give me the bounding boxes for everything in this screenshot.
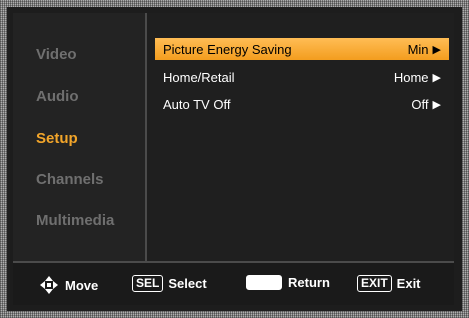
settings-panel: Picture Energy Saving Min ▶ Home/Retail … xyxy=(147,13,454,261)
hint-select: SEL Select xyxy=(132,275,207,292)
right-arrow-icon: ▶ xyxy=(432,71,441,84)
exit-key: EXIT xyxy=(357,275,392,292)
setting-value: Home ▶ xyxy=(394,70,441,85)
sidebar-item-audio[interactable]: Audio xyxy=(36,88,79,105)
hint-exit: EXIT Exit xyxy=(357,275,421,292)
sidebar-item-setup[interactable]: Setup xyxy=(36,130,78,147)
setting-row-home-retail[interactable]: Home/Retail Home ▶ xyxy=(155,66,449,88)
right-arrow-icon: ▶ xyxy=(432,43,441,56)
sidebar-menu: Video Audio Setup Channels Multimedia xyxy=(13,13,147,261)
setting-value: Off ▶ xyxy=(411,97,441,112)
sidebar-item-video[interactable]: Video xyxy=(36,46,77,63)
sidebar-item-multimedia[interactable]: Multimedia xyxy=(36,212,114,229)
hint-select-label: Select xyxy=(168,276,207,291)
sidebar-item-channels[interactable]: Channels xyxy=(36,171,104,188)
four-way-arrow-icon xyxy=(40,276,58,294)
setting-label: Auto TV Off xyxy=(163,96,231,112)
setting-label: Picture Energy Saving xyxy=(163,41,292,57)
setting-value-text: Home xyxy=(393,69,429,85)
menu-screen: Video Audio Setup Channels Multimedia Pi… xyxy=(7,7,462,311)
hint-return: Return xyxy=(246,275,330,290)
setting-value: Min ▶ xyxy=(408,42,441,57)
tv-frame: Video Audio Setup Channels Multimedia Pi… xyxy=(0,0,469,318)
setting-row-auto-tv-off[interactable]: Auto TV Off Off ▶ xyxy=(155,93,449,115)
return-key-icon xyxy=(246,275,282,290)
sel-key: SEL xyxy=(132,275,164,292)
hint-move: Move xyxy=(39,275,98,295)
hint-exit-label: Exit xyxy=(396,276,421,291)
hint-return-label: Return xyxy=(288,275,330,290)
right-arrow-icon: ▶ xyxy=(432,98,441,111)
hint-move-label: Move xyxy=(65,277,99,293)
setting-row-picture-energy-saving[interactable]: Picture Energy Saving Min ▶ xyxy=(155,38,449,60)
setting-label: Home/Retail xyxy=(163,69,235,85)
footer-key-hints: Move SEL Select Return EXIT Exit xyxy=(13,263,454,305)
setting-value-text: Min xyxy=(407,41,429,57)
setting-value-text: Off xyxy=(411,96,429,112)
